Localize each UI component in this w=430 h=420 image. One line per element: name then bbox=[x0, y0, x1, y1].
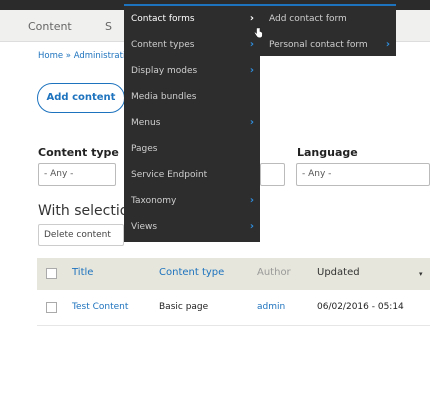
table-header: Title Content type Author Updated ▾ bbox=[37, 258, 430, 290]
select-all-checkbox[interactable] bbox=[46, 268, 57, 279]
chevron-right-icon: › bbox=[249, 221, 254, 232]
menu-item-display-modes[interactable]: Display modes › bbox=[124, 58, 260, 84]
chevron-right-icon: › bbox=[385, 39, 390, 50]
chevron-right-icon: › bbox=[249, 195, 254, 206]
bulk-action-select[interactable]: Delete content bbox=[38, 224, 124, 246]
submenu-item-label: Add contact form bbox=[269, 14, 347, 24]
row-title-link[interactable]: Test Content bbox=[72, 302, 128, 312]
menu-item-label: Views bbox=[131, 222, 158, 232]
contact-forms-submenu: Add contact form Personal contact form › bbox=[260, 4, 396, 56]
menu-item-label: Service Endpoint bbox=[131, 170, 208, 180]
menu-item-media-bundles[interactable]: Media bundles bbox=[124, 84, 260, 110]
add-content-button[interactable]: Add content bbox=[37, 83, 125, 113]
chevron-right-icon: › bbox=[249, 65, 254, 76]
submenu-item-add-contact-form[interactable]: Add contact form bbox=[260, 6, 396, 32]
menu-item-pages[interactable]: Pages bbox=[124, 136, 260, 162]
column-title[interactable]: Title bbox=[72, 267, 93, 278]
menu-item-content-types[interactable]: Content types › bbox=[124, 32, 260, 58]
column-author: Author bbox=[257, 267, 291, 278]
row-updated: 06/02/2016 - 05:14 bbox=[317, 302, 404, 312]
tab-content[interactable]: Content bbox=[28, 20, 72, 33]
structure-dropdown-menu: Contact forms › Content types › Display … bbox=[124, 4, 260, 242]
menu-item-label: Pages bbox=[131, 144, 158, 154]
hand-cursor-icon bbox=[254, 27, 263, 39]
column-updated[interactable]: Updated bbox=[317, 267, 360, 278]
breadcrumb[interactable]: Home » Administrati bbox=[38, 51, 125, 61]
language-label: Language bbox=[297, 146, 358, 159]
menu-item-label: Menus bbox=[131, 118, 161, 128]
submenu-item-label: Personal contact form bbox=[269, 40, 368, 50]
sort-desc-icon[interactable]: ▾ bbox=[419, 270, 423, 278]
menu-item-taxonomy[interactable]: Taxonomy › bbox=[124, 188, 260, 214]
content-type-select[interactable]: - Any - bbox=[38, 163, 116, 186]
content-type-label: Content type bbox=[38, 146, 119, 159]
language-select[interactable]: - Any - bbox=[296, 163, 430, 186]
row-content-type: Basic page bbox=[159, 302, 209, 312]
menu-item-service-endpoint[interactable]: Service Endpoint bbox=[124, 162, 260, 188]
menu-item-menus[interactable]: Menus › bbox=[124, 110, 260, 136]
row-checkbox[interactable] bbox=[46, 302, 57, 313]
row-author-link[interactable]: admin bbox=[257, 302, 285, 312]
menu-item-contact-forms[interactable]: Contact forms › bbox=[124, 6, 260, 32]
column-content-type[interactable]: Content type bbox=[159, 267, 224, 278]
menu-item-label: Display modes bbox=[131, 66, 198, 76]
with-selection-heading: With selection bbox=[38, 203, 138, 219]
tab-second[interactable]: S bbox=[105, 20, 112, 33]
submenu-item-personal-contact-form[interactable]: Personal contact form › bbox=[260, 32, 396, 58]
menu-item-label: Content types bbox=[131, 40, 195, 50]
chevron-right-icon: › bbox=[249, 117, 254, 128]
menu-item-label: Taxonomy bbox=[131, 196, 177, 206]
status-select[interactable] bbox=[260, 163, 285, 186]
menu-item-label: Media bundles bbox=[131, 92, 197, 102]
menu-item-label: Contact forms bbox=[131, 14, 195, 24]
table-row: Test Content Basic page admin 06/02/2016… bbox=[37, 290, 430, 326]
menu-item-views[interactable]: Views › bbox=[124, 214, 260, 240]
